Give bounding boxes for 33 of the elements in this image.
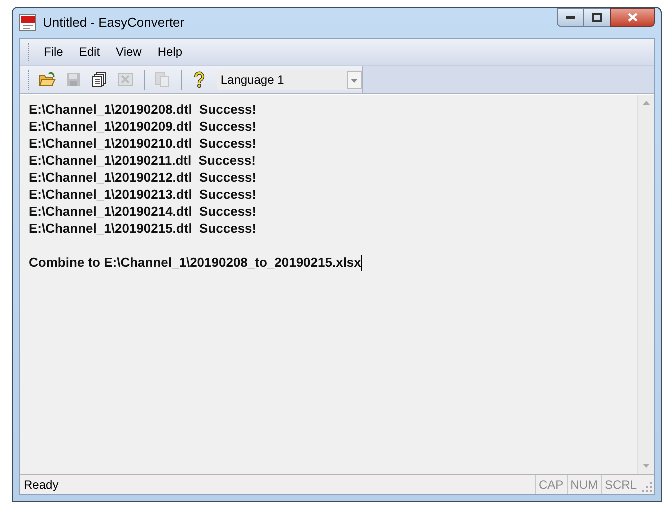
save-icon [65,71,82,88]
copy-icon [91,71,108,88]
status-text: Ready [23,476,60,494]
menu-item[interactable]: View [109,43,149,61]
key-indicator: SCRL [600,475,640,494]
menu-item[interactable]: File [37,43,70,61]
delete-icon [117,71,134,88]
log-line: E:\Channel_1\20190209.dtl Success! [29,118,258,135]
minimize-icon [566,16,575,19]
log-line: E:\Channel_1\20190214.dtl Success! [29,203,258,220]
menu-item[interactable]: Help [150,43,190,61]
app-icon [19,14,37,32]
maximize-button[interactable] [584,8,610,27]
language-dropdown[interactable]: Language 1 [216,70,362,90]
restore-icon [592,13,602,22]
menu-item[interactable]: Edit [72,43,108,61]
key-indicator: NUM [566,475,601,494]
combine-result-text: Combine to E:\Channel_1\20190208_to_20190215.xlsx [29,254,362,271]
close-button[interactable] [610,8,655,27]
log-line: E:\Channel_1\20190215.dtl Success! [29,220,258,237]
vertical-scrollbar[interactable] [637,95,654,474]
minimize-button[interactable] [557,8,584,27]
open-folder-icon [39,71,56,88]
log-line: E:\Channel_1\20190212.dtl Success! [29,169,258,186]
paste-icon [154,71,172,88]
key-indicator: CAP [534,475,567,494]
log-line: E:\Channel_1\20190213.dtl Success! [29,186,258,203]
close-icon [628,13,638,22]
log-line: E:\Channel_1\20190208.dtl Success! [29,101,258,118]
log-line: E:\Channel_1\20190211.dtl Success! [29,152,257,169]
log-line: E:\Channel_1\20190210.dtl Success! [29,135,258,152]
text-cursor [361,254,362,270]
window-title: Untitled - EasyConverter [43,14,185,32]
